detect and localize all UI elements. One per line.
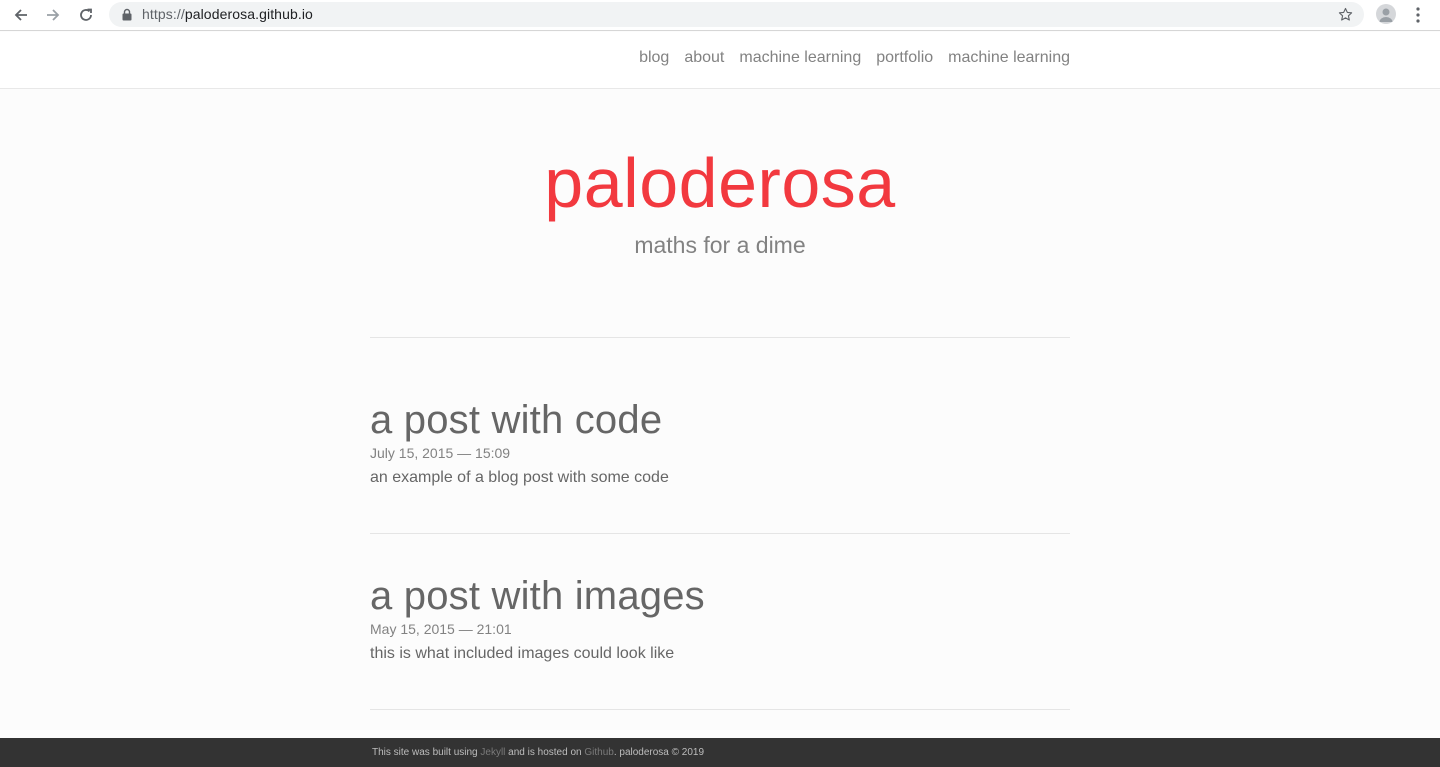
post-date: May 15, 2015 — 21:01 <box>370 621 512 637</box>
lock-icon <box>122 8 132 21</box>
site-footer: This site was built using Jekyll and is … <box>0 738 1440 767</box>
post-date: July 15, 2015 — 15:09 <box>370 445 511 461</box>
nav-link-machine-learning[interactable]: machine learning <box>739 49 861 67</box>
site-header: blog about machine learning portfolio ma… <box>0 32 1440 89</box>
footer-text: This site was built using Jekyll and is … <box>372 747 704 758</box>
url-text[interactable]: https://paloderosa.github.io <box>142 6 313 22</box>
site-subtitle: maths for a dime <box>634 232 806 258</box>
profile-icon[interactable] <box>1376 4 1396 24</box>
url-scheme: https:// <box>142 6 185 22</box>
post-title-link[interactable]: a post with code <box>370 398 1070 442</box>
post-title-link[interactable]: a post with images <box>370 574 1070 618</box>
star-icon[interactable] <box>1337 6 1354 23</box>
github-link[interactable]: Github <box>584 747 613 758</box>
url-host: paloderosa.github.io <box>184 6 313 22</box>
forward-icon[interactable] <box>41 4 65 26</box>
menu-icon[interactable] <box>1410 6 1426 24</box>
site-title: paloderosa <box>544 144 896 222</box>
post-item: a post with code July 15, 2015 — 15:09 a… <box>370 398 1070 488</box>
browser-toolbar: https://paloderosa.github.io <box>0 0 1440 31</box>
divider <box>370 337 1070 338</box>
post-item: a post with images May 15, 2015 — 21:01 … <box>370 574 1070 664</box>
site-nav: blog about machine learning portfolio ma… <box>639 49 1070 67</box>
nav-link-machine-learning-2[interactable]: machine learning <box>948 49 1070 67</box>
jekyll-link[interactable]: Jekyll <box>480 747 505 758</box>
divider <box>370 709 1070 710</box>
footer-text-part: and is hosted on <box>505 747 585 758</box>
footer-copyright: . paloderosa © 2019 <box>613 747 705 758</box>
footer-text-part: This site was built using <box>372 747 481 758</box>
post-description: this is what included images could look … <box>370 645 675 662</box>
address-bar[interactable]: https://paloderosa.github.io <box>109 2 1364 27</box>
nav-link-blog[interactable]: blog <box>639 49 669 67</box>
nav-link-portfolio[interactable]: portfolio <box>876 49 933 67</box>
back-icon[interactable] <box>9 4 33 26</box>
post-description: an example of a blog post with some code <box>370 469 669 486</box>
divider <box>370 533 1070 534</box>
nav-link-about[interactable]: about <box>684 49 724 67</box>
reload-icon[interactable] <box>74 4 98 26</box>
